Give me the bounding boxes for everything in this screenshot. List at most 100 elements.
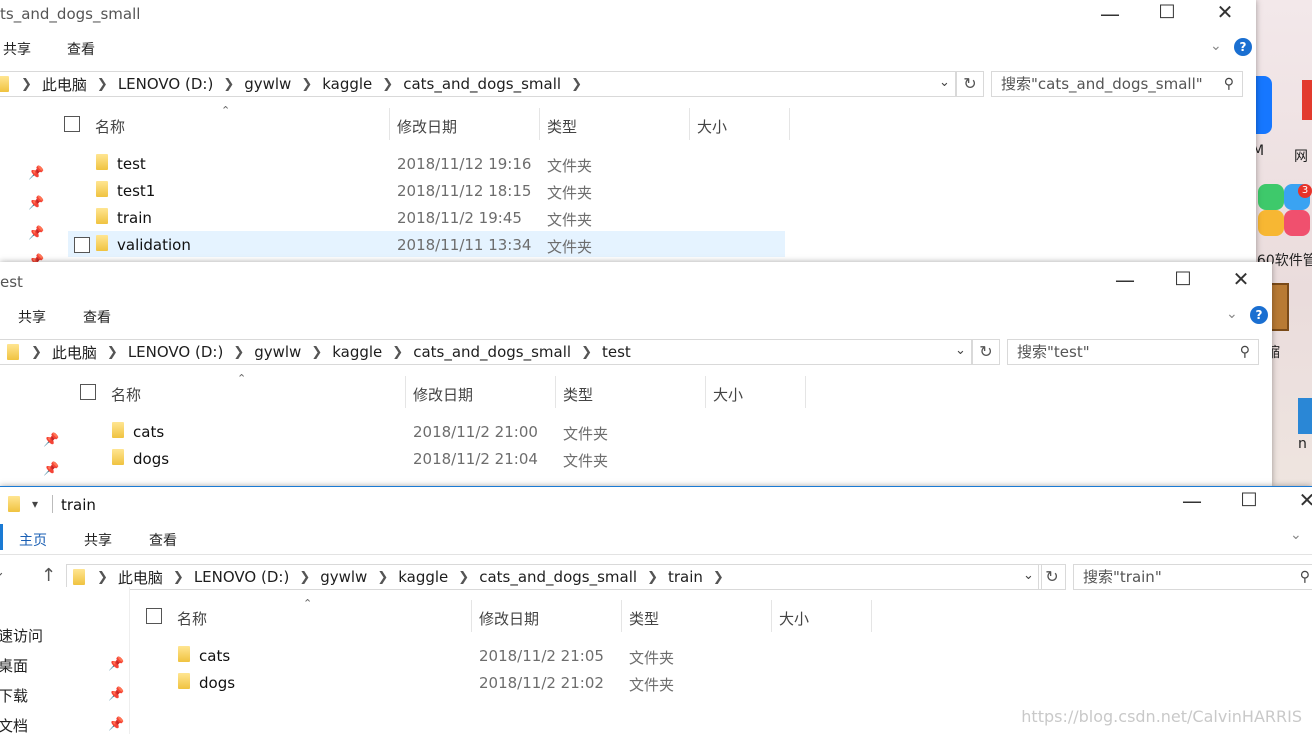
refresh-icon[interactable]: ↻ [972,339,1000,365]
breadcrumb-item[interactable]: kaggle [322,75,372,93]
recent-locations-chevron-icon[interactable]: ⌄ [0,565,5,580]
maximize-button[interactable]: □ [1147,0,1187,21]
file-name[interactable]: test1 [117,182,155,200]
address-bar[interactable]: ❯ 此电脑 ❯ LENOVO (D:) ❯ gywlw ❯ kaggle ❯ c… [0,339,972,365]
file-name[interactable]: validation [117,236,191,254]
pin-icon[interactable]: 📌 [43,433,59,448]
breadcrumb-item[interactable]: 此电脑 [52,342,97,363]
search-icon[interactable]: ⚲ [1240,340,1250,364]
app-shortcut-icon[interactable] [1302,80,1312,120]
ribbon-expand-chevron-icon[interactable]: ⌄ [1290,527,1302,543]
column-divider[interactable] [771,600,772,632]
breadcrumb-item[interactable]: train [668,568,703,586]
ribbon-tab-share[interactable]: 共享 [84,530,112,550]
select-all-checkbox[interactable] [80,384,96,400]
column-header-type[interactable]: 类型 [547,116,577,137]
file-name[interactable]: cats [133,423,164,441]
close-button[interactable]: ✕ [1205,0,1245,24]
column-divider[interactable] [789,108,790,140]
address-dropdown-icon[interactable]: ⌄ [939,75,950,90]
app-shortcut-icon[interactable] [1298,398,1312,434]
ribbon-expand-chevron-icon[interactable]: ⌄ [1226,306,1238,322]
breadcrumb-item[interactable]: kaggle [398,568,448,586]
maximize-button[interactable]: □ [1163,267,1203,288]
column-header-type[interactable]: 类型 [629,608,659,629]
pin-icon[interactable]: 📌 [108,657,124,672]
column-divider[interactable] [555,376,556,408]
search-icon[interactable]: ⚲ [1300,565,1310,589]
nav-item-desktop[interactable]: 桌面 [0,655,28,676]
minimize-button[interactable]: — [1105,268,1145,292]
column-header-size[interactable]: 大小 [713,384,743,405]
360-software-manager-icon[interactable]: 3 [1254,184,1312,244]
column-header-size[interactable]: 大小 [779,608,809,629]
breadcrumb-item[interactable]: 此电脑 [118,567,163,588]
ribbon-tab-view[interactable]: 查看 [149,530,177,550]
address-bar[interactable]: ❯ 此电脑 ❯ LENOVO (D:) ❯ gywlw ❯ kaggle ❯ c… [0,71,956,97]
pin-icon[interactable]: 📌 [28,166,44,181]
explorer-window-train[interactable]: ▾ train — □ ✕ 主页 共享 查看 ⌄ ⌄ ↑ ❯ 此电脑 ❯ LEN… [0,486,1312,734]
ribbon-tab-home[interactable]: 主页 [19,530,47,550]
breadcrumb-item[interactable]: 此电脑 [42,74,87,95]
column-header-name[interactable]: 名称 [177,608,207,629]
column-divider[interactable] [805,376,806,408]
pin-icon[interactable]: 📌 [43,462,59,477]
ribbon-tab-view[interactable]: 查看 [67,39,95,59]
pin-icon[interactable]: 📌 [28,226,44,241]
explorer-window-test[interactable]: est — □ ✕ 共享 查看 ⌄ ? ❯ 此电脑 ❯ LENOVO (D:) … [0,262,1272,486]
pin-icon[interactable]: 📌 [108,687,124,702]
select-all-checkbox[interactable] [146,608,162,624]
ribbon-tab-view[interactable]: 查看 [83,307,111,327]
column-header-modified[interactable]: 修改日期 [397,116,457,137]
nav-item-documents[interactable]: 文档 [0,715,28,734]
breadcrumb-item[interactable]: cats_and_dogs_small [413,343,571,361]
column-divider[interactable] [705,376,706,408]
column-divider[interactable] [471,600,472,632]
column-header-type[interactable]: 类型 [563,384,593,405]
ribbon-tab-share[interactable]: 共享 [3,39,31,59]
column-header-name[interactable]: 名称 [95,116,125,137]
column-divider[interactable] [621,600,622,632]
address-bar[interactable]: ❯ 此电脑 ❯ LENOVO (D:) ❯ gywlw ❯ kaggle ❯ c… [66,564,1042,590]
nav-item-quick-access[interactable]: 速访问 [0,625,43,646]
column-header-name[interactable]: 名称 [111,384,141,405]
file-name[interactable]: dogs [133,450,169,468]
search-input[interactable]: 搜索"cats_and_dogs_small" ⚲ [991,71,1243,97]
ribbon-tab-share[interactable]: 共享 [18,307,46,327]
breadcrumb-item[interactable]: LENOVO (D:) [194,568,289,586]
breadcrumb-item[interactable]: gywlw [244,75,291,93]
address-dropdown-icon[interactable]: ⌄ [955,343,966,358]
search-input[interactable]: 搜索"test" ⚲ [1007,339,1259,365]
search-input[interactable]: 搜索"train" ⚲ [1073,564,1312,590]
minimize-button[interactable]: — [1172,489,1212,513]
explorer-window-cats-and-dogs-small[interactable]: ts_and_dogs_small — □ ✕ 共享 查看 ⌄ ? ❯ 此电脑 … [0,0,1256,262]
column-divider[interactable] [539,108,540,140]
column-header-modified[interactable]: 修改日期 [413,384,473,405]
file-name[interactable]: dogs [199,674,235,692]
refresh-icon[interactable]: ↻ [956,71,984,97]
refresh-icon[interactable]: ↻ [1038,564,1066,590]
file-name[interactable]: cats [199,647,230,665]
breadcrumb-item[interactable]: test [602,343,631,361]
minimize-button[interactable]: — [1090,2,1130,26]
pin-icon[interactable]: 📌 [28,254,44,262]
up-arrow-icon[interactable]: ↑ [41,565,56,586]
pin-icon[interactable]: 📌 [108,717,124,732]
column-divider[interactable] [389,108,390,140]
navigation-pane[interactable]: 速访问 桌面 📌 下载 📌 文档 📌 [0,587,130,734]
breadcrumb-item[interactable]: LENOVO (D:) [118,75,213,93]
pin-icon[interactable]: 📌 [28,196,44,211]
column-header-modified[interactable]: 修改日期 [479,608,539,629]
close-button[interactable]: ✕ [1287,488,1312,512]
column-header-size[interactable]: 大小 [697,116,727,137]
close-button[interactable]: ✕ [1221,267,1261,291]
breadcrumb-item[interactable]: gywlw [320,568,367,586]
row-checkbox[interactable] [74,237,90,253]
ribbon-expand-chevron-icon[interactable]: ⌄ [1210,38,1222,54]
breadcrumb-item[interactable]: LENOVO (D:) [128,343,223,361]
search-icon[interactable]: ⚲ [1224,72,1234,96]
breadcrumb-item[interactable]: kaggle [332,343,382,361]
help-icon[interactable]: ? [1250,306,1268,324]
file-name[interactable]: test [117,155,146,173]
column-divider[interactable] [689,108,690,140]
